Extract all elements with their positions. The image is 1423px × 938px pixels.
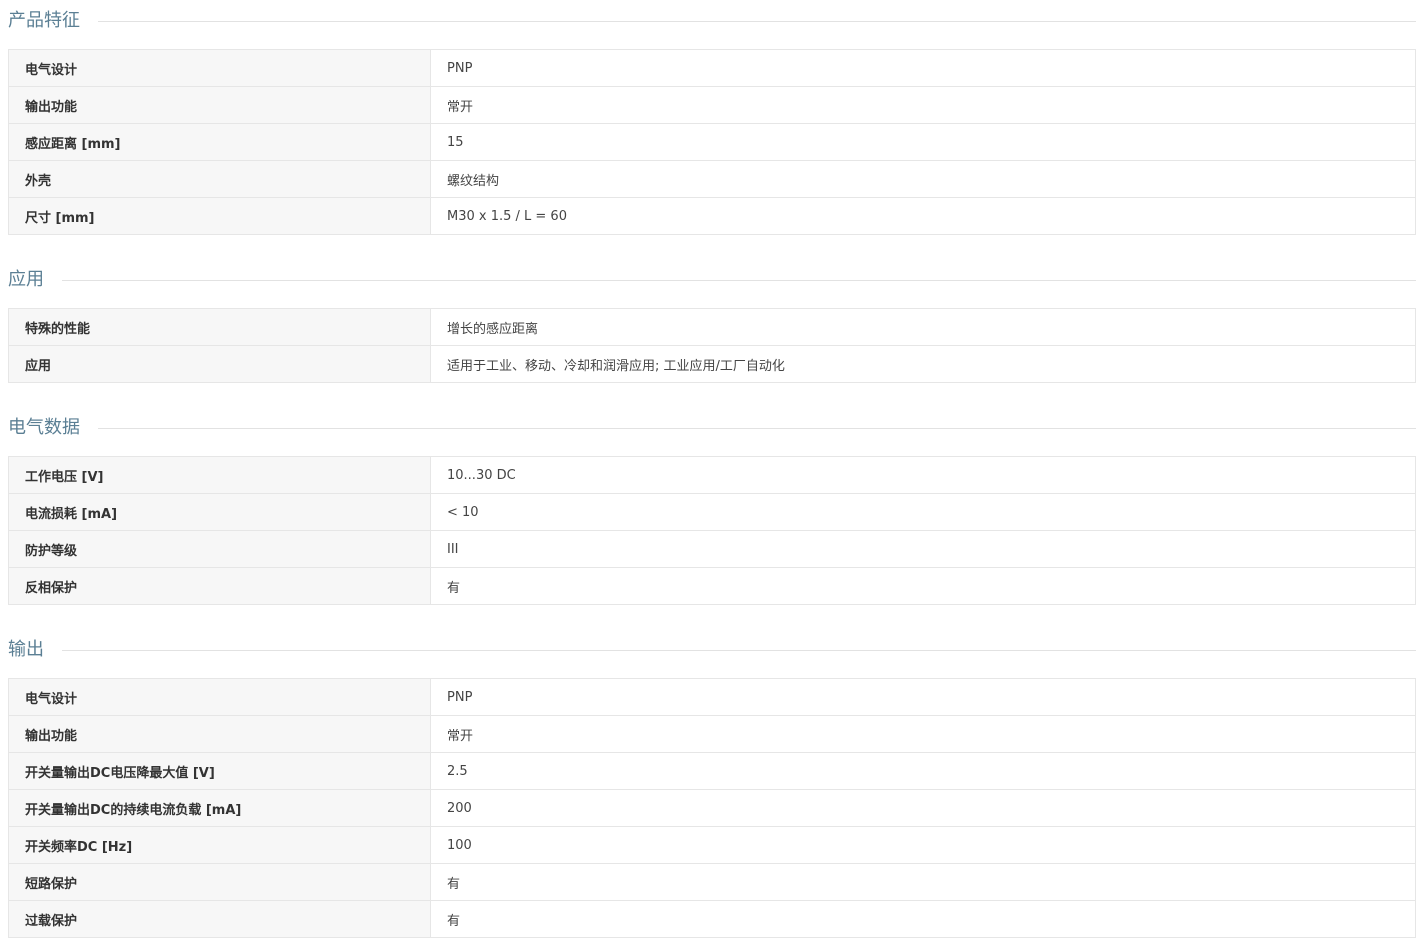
section-divider xyxy=(62,279,1416,281)
row-value: M30 x 1.5 / L = 60 xyxy=(430,197,1416,235)
row-label: 外壳 xyxy=(8,160,431,198)
row-label: 过载保护 xyxy=(8,900,431,938)
section-title: 应用 xyxy=(8,259,62,301)
spec-table: 特殊的性能 增长的感应距离 应用 适用于工业、移动、冷却和润滑应用; 工业应用/… xyxy=(8,308,1416,383)
row-value: 有 xyxy=(430,567,1416,605)
row-value: PNP xyxy=(430,678,1416,716)
table-row: 开关量输出DC的持续电流负载 [mA] 200 xyxy=(8,789,1416,827)
section-output: 输出 电气设计 PNP 输出功能 常开 开关量输出DC电压降最大值 [V] 2.… xyxy=(8,629,1416,938)
spec-table: 电气设计 PNP 输出功能 常开 开关量输出DC电压降最大值 [V] 2.5 开… xyxy=(8,678,1416,938)
row-label: 开关量输出DC电压降最大值 [V] xyxy=(8,752,431,790)
row-value: 常开 xyxy=(430,715,1416,753)
row-label: 电流损耗 [mA] xyxy=(8,493,431,531)
section-title: 电气数据 xyxy=(8,407,98,449)
row-label: 开关频率DC [Hz] xyxy=(8,826,431,864)
table-row: 外壳 螺纹结构 xyxy=(8,160,1416,198)
row-value: < 10 xyxy=(430,493,1416,531)
section-title: 输出 xyxy=(8,629,62,671)
table-row: 应用 适用于工业、移动、冷却和润滑应用; 工业应用/工厂自动化 xyxy=(8,345,1416,383)
table-row: 过载保护 有 xyxy=(8,900,1416,938)
table-row: 开关频率DC [Hz] 100 xyxy=(8,826,1416,864)
section-product-features: 产品特征 电气设计 PNP 输出功能 常开 感应距离 [mm] 15 外壳 螺纹… xyxy=(8,0,1416,235)
row-label: 输出功能 xyxy=(8,86,431,124)
row-value: 100 xyxy=(430,826,1416,864)
row-value: 常开 xyxy=(430,86,1416,124)
section-header: 产品特征 xyxy=(8,0,1416,42)
table-row: 工作电压 [V] 10...30 DC xyxy=(8,456,1416,494)
row-label: 工作电压 [V] xyxy=(8,456,431,494)
section-divider xyxy=(98,20,1416,22)
table-row: 防护等级 III xyxy=(8,530,1416,568)
section-header: 应用 xyxy=(8,259,1416,301)
row-value: 10...30 DC xyxy=(430,456,1416,494)
row-label: 反相保护 xyxy=(8,567,431,605)
row-label: 短路保护 xyxy=(8,863,431,901)
section-electrical-data: 电气数据 工作电压 [V] 10...30 DC 电流损耗 [mA] < 10 … xyxy=(8,407,1416,605)
section-divider xyxy=(62,649,1416,651)
section-header: 输出 xyxy=(8,629,1416,671)
spec-table: 工作电压 [V] 10...30 DC 电流损耗 [mA] < 10 防护等级 … xyxy=(8,456,1416,605)
table-row: 电气设计 PNP xyxy=(8,678,1416,716)
table-row: 电流损耗 [mA] < 10 xyxy=(8,493,1416,531)
row-value: 2.5 xyxy=(430,752,1416,790)
table-row: 尺寸 [mm] M30 x 1.5 / L = 60 xyxy=(8,197,1416,235)
row-label: 应用 xyxy=(8,345,431,383)
row-value: III xyxy=(430,530,1416,568)
section-header: 电气数据 xyxy=(8,407,1416,449)
row-value: PNP xyxy=(430,49,1416,87)
row-label: 特殊的性能 xyxy=(8,308,431,346)
section-divider xyxy=(98,427,1416,429)
row-label: 电气设计 xyxy=(8,49,431,87)
row-label: 尺寸 [mm] xyxy=(8,197,431,235)
row-label: 输出功能 xyxy=(8,715,431,753)
row-label: 开关量输出DC的持续电流负载 [mA] xyxy=(8,789,431,827)
row-value: 有 xyxy=(430,863,1416,901)
section-application: 应用 特殊的性能 增长的感应距离 应用 适用于工业、移动、冷却和润滑应用; 工业… xyxy=(8,259,1416,383)
row-label: 感应距离 [mm] xyxy=(8,123,431,161)
row-value: 螺纹结构 xyxy=(430,160,1416,198)
row-value: 15 xyxy=(430,123,1416,161)
table-row: 感应距离 [mm] 15 xyxy=(8,123,1416,161)
row-label: 防护等级 xyxy=(8,530,431,568)
row-value: 200 xyxy=(430,789,1416,827)
table-row: 短路保护 有 xyxy=(8,863,1416,901)
table-row: 输出功能 常开 xyxy=(8,715,1416,753)
section-title: 产品特征 xyxy=(8,0,98,42)
row-value: 适用于工业、移动、冷却和润滑应用; 工业应用/工厂自动化 xyxy=(430,345,1416,383)
row-value: 有 xyxy=(430,900,1416,938)
table-row: 开关量输出DC电压降最大值 [V] 2.5 xyxy=(8,752,1416,790)
table-row: 反相保护 有 xyxy=(8,567,1416,605)
spec-table: 电气设计 PNP 输出功能 常开 感应距离 [mm] 15 外壳 螺纹结构 尺寸… xyxy=(8,49,1416,235)
table-row: 电气设计 PNP xyxy=(8,49,1416,87)
row-value: 增长的感应距离 xyxy=(430,308,1416,346)
table-row: 特殊的性能 增长的感应距离 xyxy=(8,308,1416,346)
table-row: 输出功能 常开 xyxy=(8,86,1416,124)
row-label: 电气设计 xyxy=(8,678,431,716)
